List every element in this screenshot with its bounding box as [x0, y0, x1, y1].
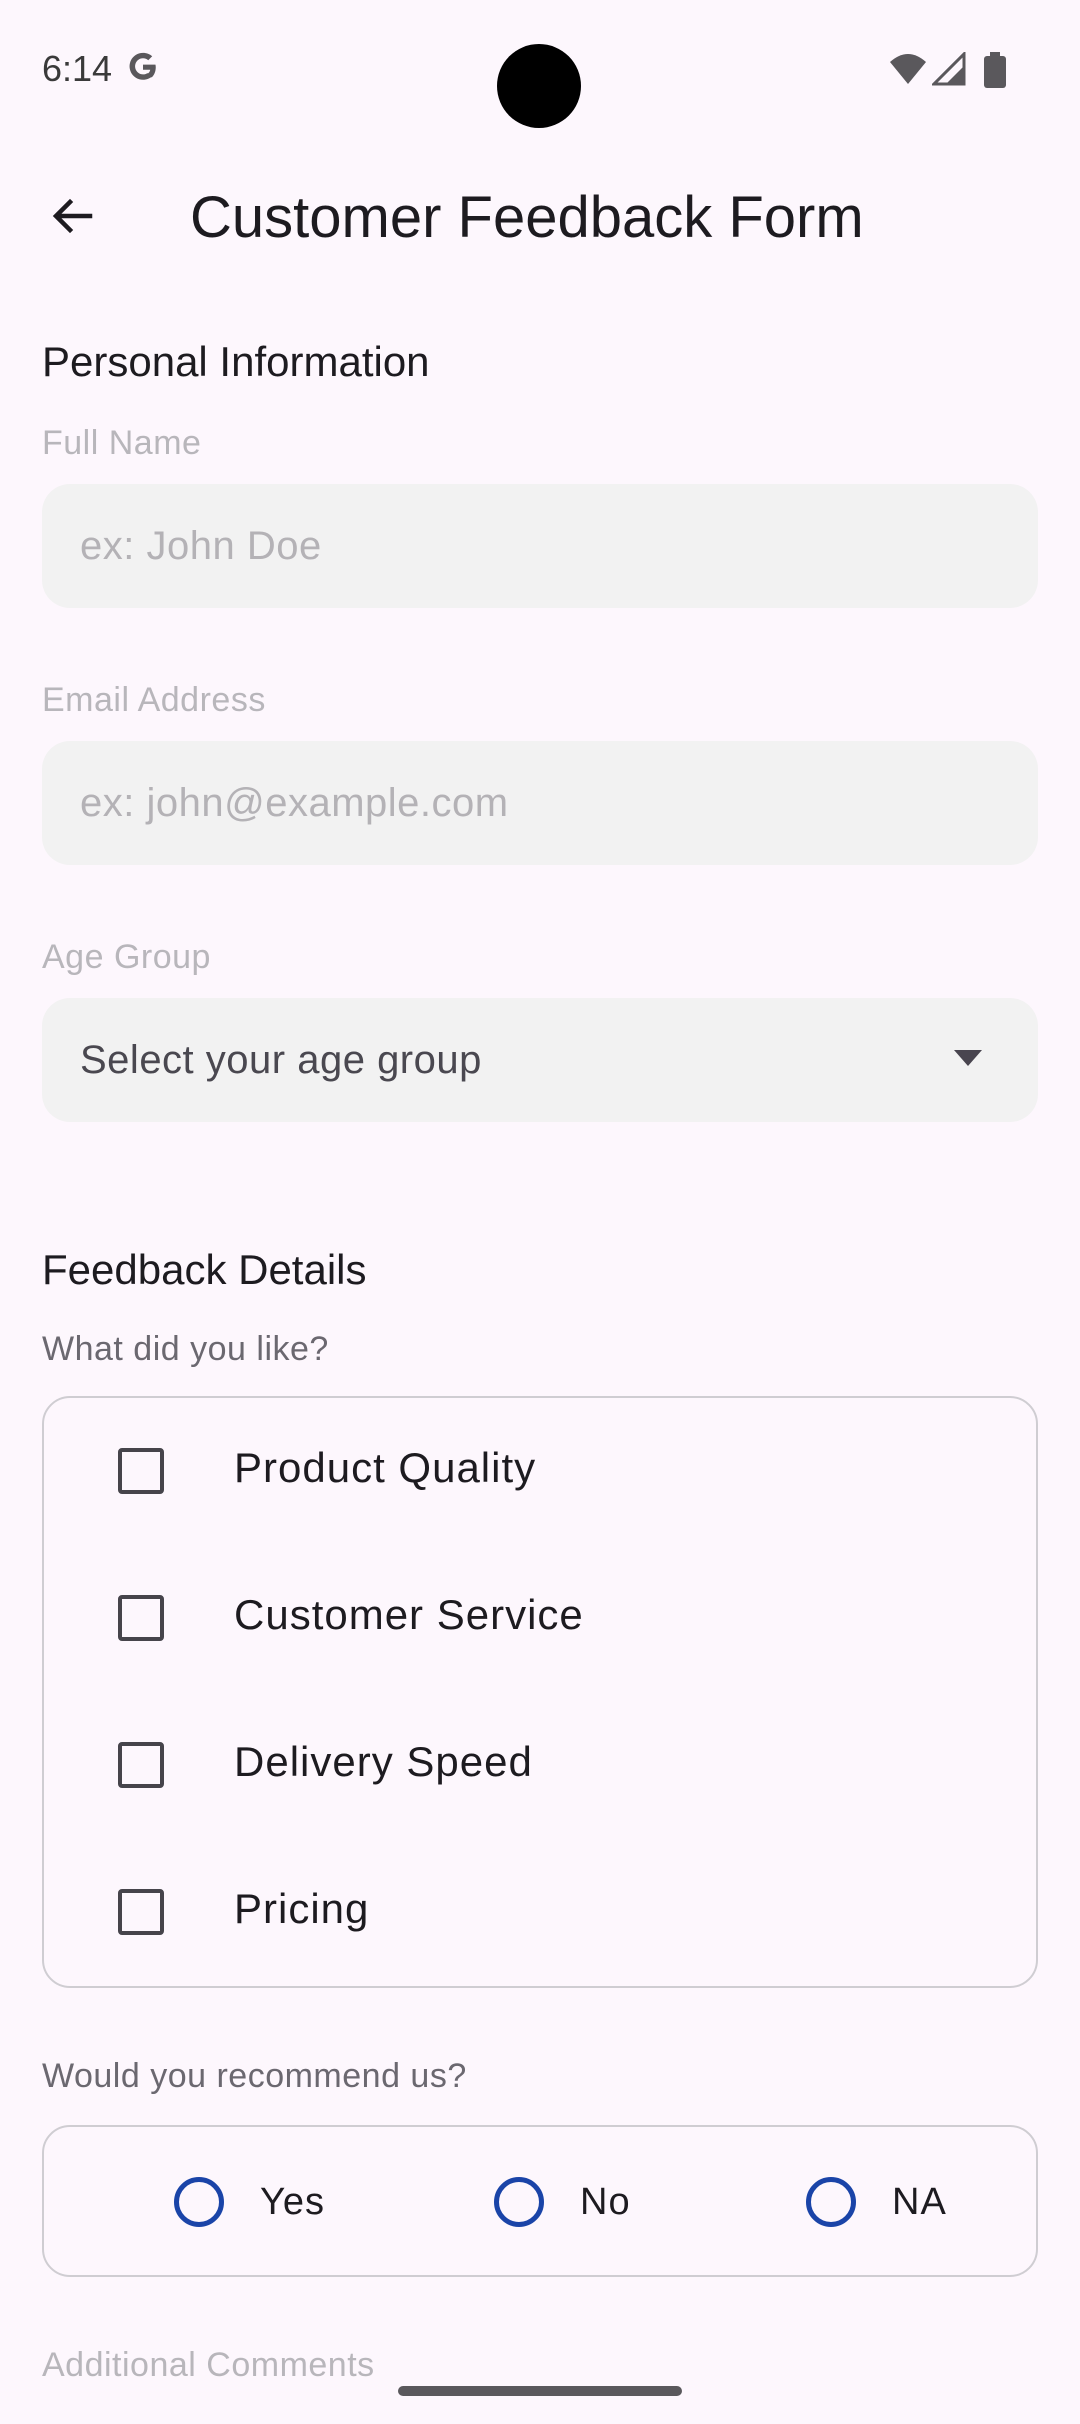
recommend-question-label: Would you recommend us? [42, 2057, 467, 2095]
age-group-selected-value: Select your age group [80, 1037, 482, 1082]
full-name-label: Full Name [42, 424, 202, 462]
checkbox[interactable] [118, 1889, 164, 1935]
checkbox[interactable] [118, 1595, 164, 1641]
arrow-back-icon [52, 198, 93, 234]
checkbox-row-product-quality[interactable]: Product Quality [44, 1398, 1036, 1538]
home-indicator[interactable] [398, 2386, 682, 2396]
checkbox-label: Delivery Speed [234, 1738, 533, 1785]
email-placeholder: ex: john@example.com [80, 780, 509, 825]
full-name-field[interactable]: ex: John Doe [42, 484, 1038, 608]
battery-icon [984, 52, 1006, 88]
google-icon [129, 52, 156, 80]
checkbox[interactable] [118, 1742, 164, 1788]
section-title-feedback-details: Feedback Details [42, 1246, 367, 1293]
full-name-placeholder: ex: John Doe [80, 523, 322, 568]
checkbox-row-customer-service[interactable]: Customer Service [44, 1545, 1036, 1685]
camera-cutout [497, 44, 581, 128]
cellular-signal-icon [932, 52, 966, 86]
checkbox-row-delivery-speed[interactable]: Delivery Speed [44, 1692, 1036, 1832]
radio-label: Yes [260, 2181, 325, 2223]
radio-label: NA [892, 2181, 947, 2223]
additional-comments-label: Additional Comments [42, 2346, 375, 2384]
email-label: Email Address [42, 681, 266, 719]
radio-label: No [580, 2181, 631, 2223]
liked-question-label: What did you like? [42, 1330, 329, 1368]
checkbox-label: Product Quality [234, 1444, 537, 1491]
back-button[interactable] [36, 180, 108, 252]
recommend-options-card: Yes No NA [42, 2125, 1038, 2277]
age-group-dropdown[interactable]: Select your age group [42, 998, 1038, 1122]
email-field[interactable]: ex: john@example.com [42, 741, 1038, 865]
checkbox[interactable] [118, 1448, 164, 1494]
liked-options-card: Product Quality Customer Service Deliver… [42, 1396, 1038, 1988]
top-app-bar: Customer Feedback Form [0, 160, 1080, 270]
feedback-form-screen: 6:14 Customer Feedback Form Personal Inf… [0, 0, 1080, 2424]
status-time: 6:14 [42, 48, 113, 89]
radio-button[interactable] [806, 2177, 856, 2227]
status-bar: 6:14 [0, 0, 1080, 140]
age-group-label: Age Group [42, 938, 211, 976]
page-title: Customer Feedback Form [190, 185, 864, 250]
dropdown-arrow-icon [954, 1050, 982, 1066]
wifi-icon [890, 54, 926, 84]
checkbox-label: Pricing [234, 1885, 370, 1932]
checkbox-label: Customer Service [234, 1591, 584, 1638]
radio-button[interactable] [174, 2177, 224, 2227]
section-title-personal-information: Personal Information [42, 338, 430, 385]
radio-button[interactable] [494, 2177, 544, 2227]
checkbox-row-pricing[interactable]: Pricing [44, 1839, 1036, 1979]
